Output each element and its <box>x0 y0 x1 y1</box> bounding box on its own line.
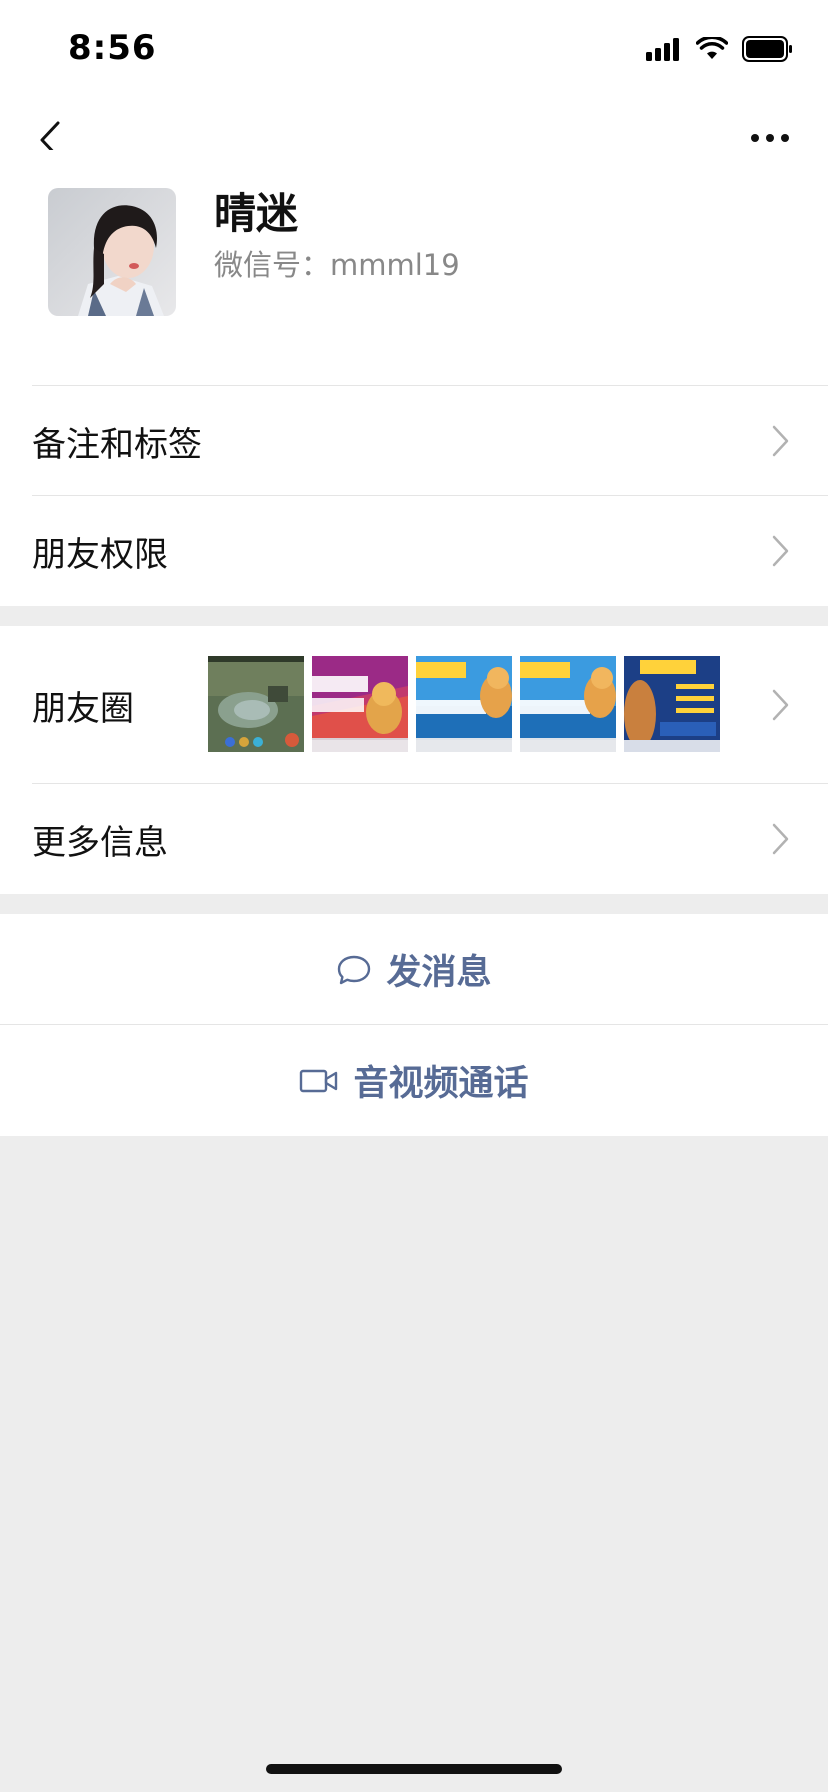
game-screenshot-image <box>208 656 304 752</box>
home-indicator <box>266 1764 562 1774</box>
moments-thumbnail[interactable] <box>624 656 720 752</box>
status-icons <box>646 34 794 64</box>
av-call-label: 音视频通话 <box>353 1064 529 1104</box>
moments-thumbnail[interactable] <box>208 656 304 752</box>
chevron-right-icon <box>772 535 789 567</box>
profile-nickname: 晴迷 <box>214 189 299 238</box>
battery-icon <box>742 36 792 62</box>
chevron-right-icon <box>772 425 789 457</box>
moments-thumbnail[interactable] <box>520 656 616 752</box>
action-group: 发消息 音视频通话 <box>0 914 828 1136</box>
notes-and-tags-label: 备注和标签 <box>32 424 202 465</box>
chevron-right-icon <box>772 689 789 721</box>
wifi-icon <box>696 37 728 59</box>
moments-thumbnails <box>208 656 720 752</box>
chat-bubble-icon <box>338 955 371 984</box>
info-group: 朋友圈 更多信息 <box>0 626 828 894</box>
send-message-label: 发消息 <box>386 953 492 993</box>
promo-ranking-image <box>624 656 720 752</box>
moments-label: 朋友圈 <box>32 688 134 729</box>
moments-row[interactable]: 朋友圈 <box>0 626 828 784</box>
friend-permissions-label: 朋友权限 <box>32 534 168 575</box>
av-call-button[interactable]: 音视频通话 <box>0 1025 828 1136</box>
more-info-row[interactable]: 更多信息 <box>0 784 828 894</box>
promo-victory-image <box>312 656 408 752</box>
settings-group: 备注和标签 朋友权限 <box>0 386 828 606</box>
status-bar: 8:56 <box>0 0 828 100</box>
more-info-label: 更多信息 <box>32 822 168 863</box>
video-camera-icon <box>300 1069 338 1092</box>
notes-and-tags-row[interactable]: 备注和标签 <box>0 386 828 496</box>
friend-permissions-row[interactable]: 朋友权限 <box>0 496 828 606</box>
profile-wechat-id: 微信号：mmml19 <box>214 248 460 282</box>
chevron-right-icon <box>772 823 789 855</box>
moments-thumbnail[interactable] <box>312 656 408 752</box>
promo-invincible-image <box>520 656 616 752</box>
moments-thumbnail[interactable] <box>416 656 512 752</box>
signal-icon <box>646 38 679 61</box>
send-message-button[interactable]: 发消息 <box>0 914 828 1025</box>
promo-invincible-image <box>416 656 512 752</box>
profile-header: 晴迷 微信号：mmml19 <box>0 150 828 386</box>
status-time: 8:56 <box>68 28 157 68</box>
avatar[interactable] <box>48 188 176 316</box>
avatar-image <box>48 188 176 316</box>
more-dots-icon <box>751 134 789 142</box>
